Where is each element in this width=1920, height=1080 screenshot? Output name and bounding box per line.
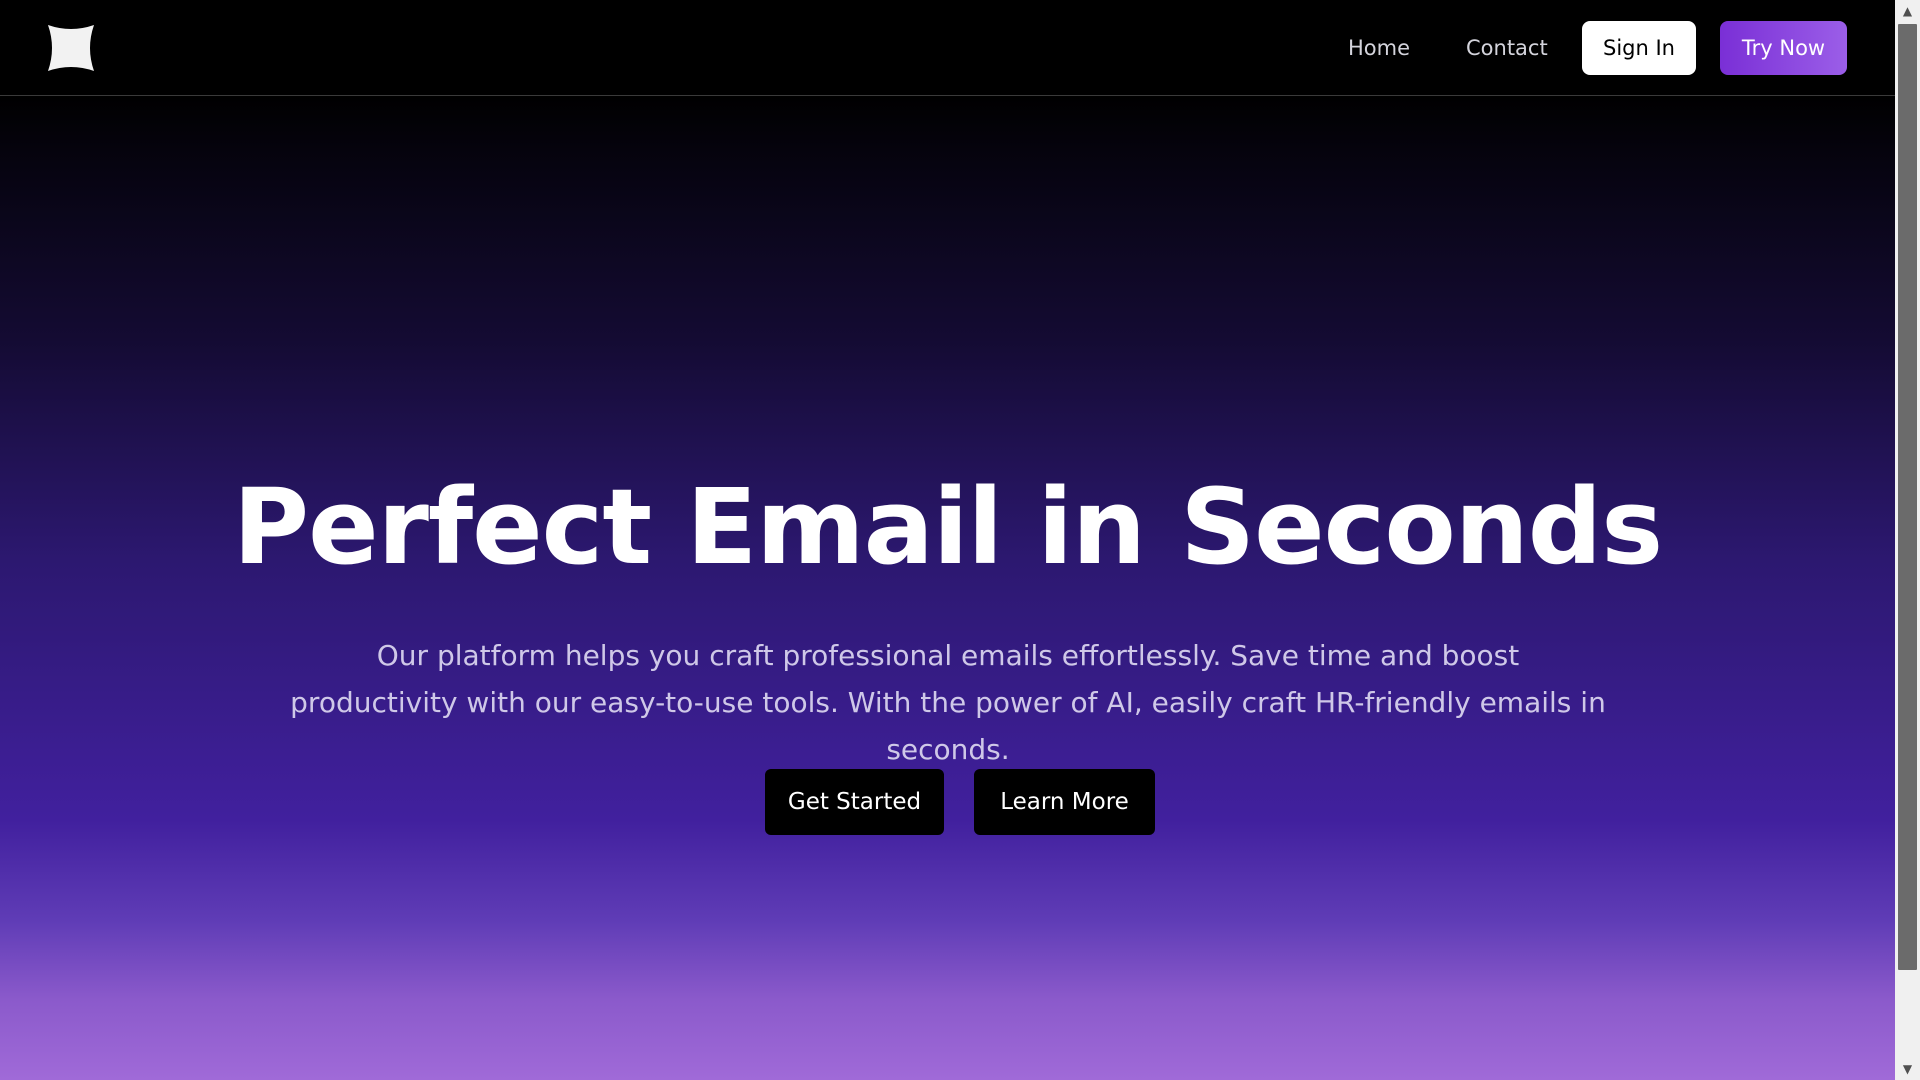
hero-subtitle: Our platform helps you craft professiona…: [290, 639, 1606, 766]
page-viewport: Home Contact Sign In Try Now Perfect Ema…: [0, 0, 1895, 1080]
scroll-up-arrow-icon[interactable]: ▲: [1895, 0, 1920, 22]
scroll-down-arrow-icon[interactable]: ▼: [1895, 1058, 1920, 1080]
learn-more-button[interactable]: Learn More: [974, 769, 1155, 835]
sign-in-button[interactable]: Sign In: [1582, 21, 1696, 75]
nav-link-home[interactable]: Home: [1348, 30, 1410, 66]
nav-link-contact[interactable]: Contact: [1466, 30, 1548, 66]
vertical-scrollbar[interactable]: ▲ ▼: [1895, 0, 1920, 1080]
logo[interactable]: [46, 23, 96, 73]
navbar: Home Contact Sign In Try Now: [0, 0, 1895, 96]
try-now-button[interactable]: Try Now: [1720, 21, 1847, 75]
scrollbar-thumb[interactable]: [1898, 24, 1917, 970]
hero-title: Perfect Email in Seconds: [232, 466, 1663, 588]
get-started-button[interactable]: Get Started: [765, 769, 944, 835]
sparkle-star-icon: [48, 25, 94, 71]
